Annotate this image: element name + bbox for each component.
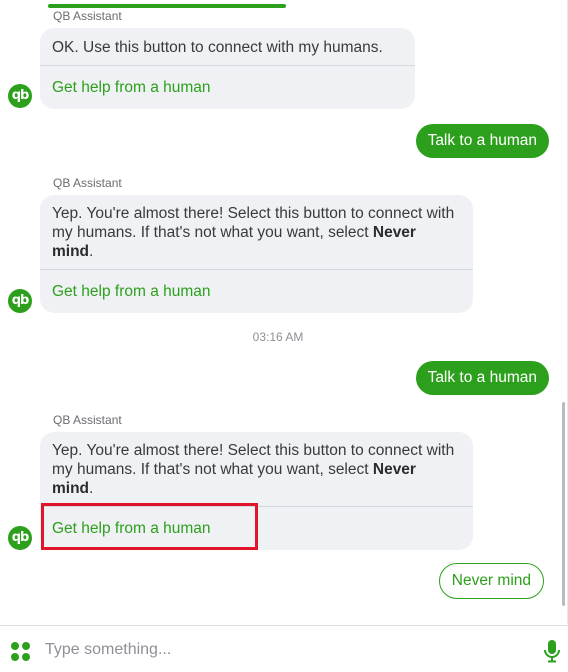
get-help-from-human-button[interactable]: Get help from a human — [40, 507, 473, 550]
bot-message-text: Yep. You're almost there! Select this bu… — [40, 432, 473, 506]
bot-message-text-end: . — [89, 480, 94, 497]
quickbooks-logo-icon: qb — [8, 289, 32, 313]
message-timestamp: 03:16 AM — [252, 330, 304, 344]
never-mind-button[interactable]: Never mind — [438, 563, 544, 599]
get-help-from-human-button[interactable]: Get help from a human — [40, 66, 415, 109]
grid-dots-icon[interactable] — [11, 642, 31, 662]
bot-message-bubble: Yep. You're almost there! Select this bu… — [40, 432, 473, 550]
microphone-icon[interactable] — [543, 639, 561, 663]
loading-progress-bar — [48, 4, 286, 8]
user-message-bubble: Talk to a human — [415, 361, 549, 395]
message-composer — [0, 625, 568, 672]
bot-message-text: OK. Use this button to connect with my h… — [52, 39, 383, 56]
get-help-from-human-button[interactable]: Get help from a human — [40, 270, 473, 313]
chat-transcript: QB Assistant OK. Use this button to conn… — [0, 0, 568, 624]
user-message-bubble: Talk to a human — [415, 124, 549, 158]
sender-label: QB Assistant — [53, 176, 122, 190]
bot-message-text: Yep. You're almost there! Select this bu… — [40, 195, 473, 269]
bot-message-bubble: OK. Use this button to connect with my h… — [40, 28, 415, 109]
quickbooks-logo-icon: qb — [8, 526, 32, 550]
sender-label: QB Assistant — [53, 9, 122, 23]
bot-message-bubble: Yep. You're almost there! Select this bu… — [40, 195, 473, 313]
message-input[interactable] — [45, 637, 515, 663]
scrollbar-thumb[interactable] — [562, 402, 565, 606]
bot-message-text-end: . — [89, 243, 94, 260]
quickbooks-logo-icon: qb — [8, 84, 32, 108]
sender-label: QB Assistant — [53, 413, 122, 427]
